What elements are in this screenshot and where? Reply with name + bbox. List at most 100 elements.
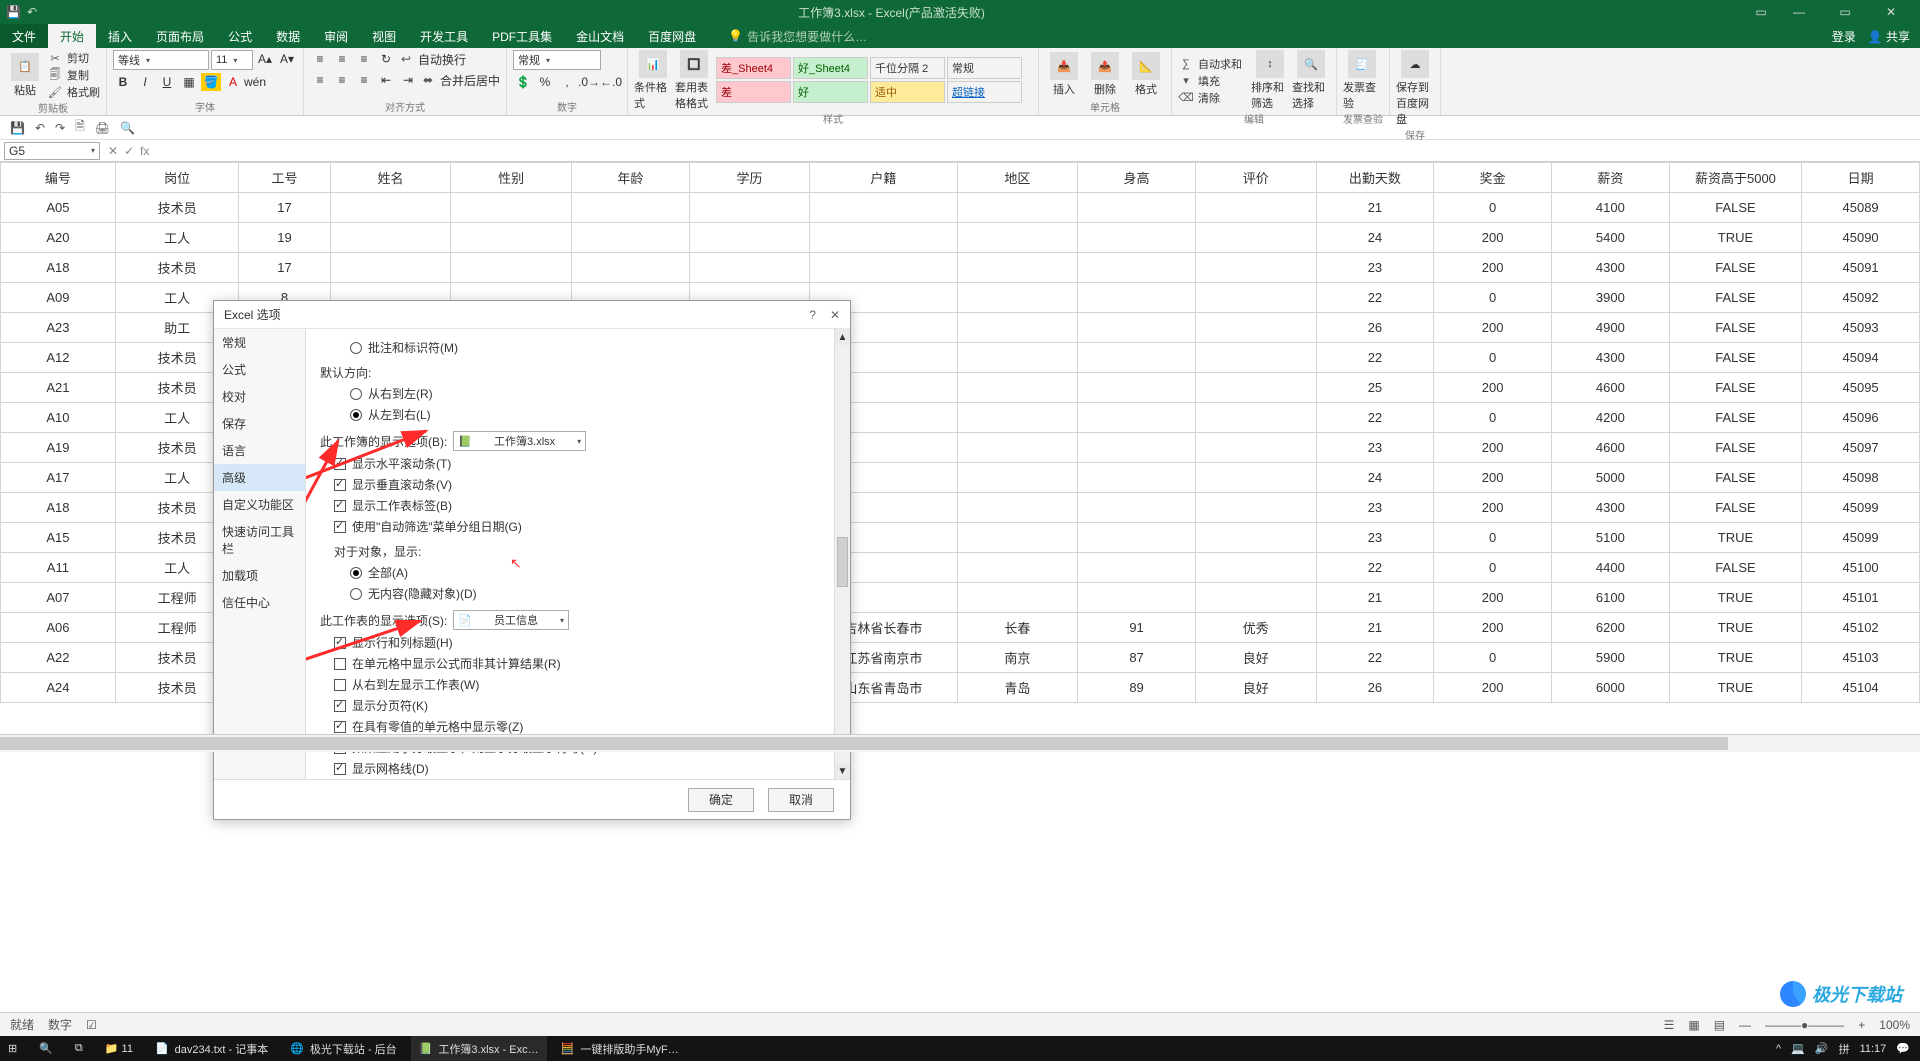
align-left-icon[interactable]: ≡ xyxy=(310,71,330,89)
undo-icon[interactable]: ↶ xyxy=(35,121,45,135)
cell[interactable]: 91 xyxy=(1078,613,1196,643)
delete-cells-button[interactable]: 📤删除 xyxy=(1086,52,1124,97)
cell[interactable] xyxy=(810,223,957,253)
font-size-combo[interactable]: 11▾ xyxy=(211,50,253,70)
nav-language[interactable]: 语言 xyxy=(214,437,305,464)
cell[interactable]: 45091 xyxy=(1802,253,1920,283)
tab-formulas[interactable]: 公式 xyxy=(216,24,264,48)
task-item[interactable]: 🧮一键排版助手MyF… xyxy=(553,1036,687,1061)
cell[interactable] xyxy=(571,193,689,223)
view-normal-icon[interactable]: ☰ xyxy=(1664,1018,1675,1032)
view-break-icon[interactable]: ▤ xyxy=(1714,1018,1725,1032)
cell[interactable]: 5400 xyxy=(1552,223,1670,253)
undo-icon[interactable]: ↶ xyxy=(27,5,37,19)
table-row[interactable]: A05技术员172104100FALSE45089 xyxy=(1,193,1920,223)
copy-button[interactable]: 🗐复制 xyxy=(47,67,100,83)
cell[interactable]: 4300 xyxy=(1552,343,1670,373)
nav-formulas[interactable]: 公式 xyxy=(214,356,305,383)
font-name-combo[interactable]: 等线▾ xyxy=(113,50,209,70)
column-header[interactable]: 工号 xyxy=(239,163,330,193)
align-right-icon[interactable]: ≡ xyxy=(354,71,374,89)
indent-right-icon[interactable]: ⇥ xyxy=(398,71,418,89)
check-show-tabs[interactable] xyxy=(334,500,346,512)
cell[interactable]: 45100 xyxy=(1802,553,1920,583)
cell[interactable]: 200 xyxy=(1434,613,1552,643)
cell[interactable]: FALSE xyxy=(1669,343,1801,373)
cell[interactable]: FALSE xyxy=(1669,403,1801,433)
cell[interactable] xyxy=(571,253,689,283)
italic-button[interactable]: I xyxy=(135,73,155,91)
start-button[interactable]: ⊞ xyxy=(0,1036,25,1061)
minimize-button[interactable]: — xyxy=(1776,0,1822,24)
cell[interactable]: 4300 xyxy=(1552,253,1670,283)
cell[interactable]: 23 xyxy=(1316,433,1434,463)
cell[interactable]: 45099 xyxy=(1802,493,1920,523)
cell[interactable]: 45102 xyxy=(1802,613,1920,643)
cell[interactable] xyxy=(1078,493,1196,523)
nav-customize-ribbon[interactable]: 自定义功能区 xyxy=(214,491,305,518)
cell[interactable] xyxy=(330,223,451,253)
column-header[interactable]: 姓名 xyxy=(330,163,451,193)
tab-pagelayout[interactable]: 页面布局 xyxy=(144,24,216,48)
style-cell[interactable]: 超链接 xyxy=(947,81,1022,103)
grow-font-button[interactable]: A▴ xyxy=(255,50,275,68)
check-show-formula[interactable] xyxy=(334,658,346,670)
cell[interactable]: 4600 xyxy=(1552,373,1670,403)
dialog-close-icon[interactable]: ✕ xyxy=(830,308,840,322)
cell[interactable] xyxy=(957,553,1078,583)
cell[interactable]: 优秀 xyxy=(1195,613,1316,643)
table-format-button[interactable]: 🔲套用表格格式 xyxy=(675,50,713,111)
dialog-titlebar[interactable]: Excel 选项 ? ✕ xyxy=(214,301,850,329)
cell[interactable]: FALSE xyxy=(1669,193,1801,223)
cell[interactable] xyxy=(1078,373,1196,403)
dialog-scrollbar[interactable]: ▲ ▼ xyxy=(834,329,850,779)
cell[interactable] xyxy=(957,403,1078,433)
cell[interactable]: 45095 xyxy=(1802,373,1920,403)
cell[interactable]: 6000 xyxy=(1552,673,1670,703)
cell[interactable]: 200 xyxy=(1434,463,1552,493)
cell[interactable] xyxy=(957,223,1078,253)
table-row[interactable]: A20工人19242005400TRUE45090 xyxy=(1,223,1920,253)
network-icon[interactable]: 💻 xyxy=(1791,1042,1805,1055)
workbook-display-combo[interactable]: 📗工作簿3.xlsx▾ xyxy=(453,431,586,451)
column-header[interactable]: 薪资高于5000 xyxy=(1669,163,1801,193)
check-show-gridlines[interactable] xyxy=(334,763,346,775)
cell[interactable] xyxy=(1195,253,1316,283)
cell[interactable]: FALSE xyxy=(1669,313,1801,343)
cell[interactable]: 45097 xyxy=(1802,433,1920,463)
preview-icon[interactable]: 🔍 xyxy=(120,121,135,135)
nav-save[interactable]: 保存 xyxy=(214,410,305,437)
column-header[interactable]: 学历 xyxy=(689,163,810,193)
cell[interactable]: 45101 xyxy=(1802,583,1920,613)
cell[interactable]: 22 xyxy=(1316,643,1434,673)
style-cell[interactable]: 差_Sheet4 xyxy=(716,57,791,79)
cell[interactable]: A20 xyxy=(1,223,116,253)
cell[interactable]: 45098 xyxy=(1802,463,1920,493)
cell[interactable]: 0 xyxy=(1434,553,1552,583)
cell[interactable]: TRUE xyxy=(1669,613,1801,643)
restore-button[interactable]: ▭ xyxy=(1822,0,1868,24)
check-pagebreak[interactable] xyxy=(334,700,346,712)
cell[interactable]: 21 xyxy=(1316,613,1434,643)
tab-home[interactable]: 开始 xyxy=(48,24,96,48)
cell[interactable]: 0 xyxy=(1434,193,1552,223)
phonetic-button[interactable]: wén xyxy=(245,73,265,91)
cell[interactable] xyxy=(1195,403,1316,433)
cell[interactable]: 26 xyxy=(1316,313,1434,343)
cell[interactable] xyxy=(810,253,957,283)
cell[interactable]: 45103 xyxy=(1802,643,1920,673)
cell[interactable]: A07 xyxy=(1,583,116,613)
save-icon[interactable]: 💾 xyxy=(6,5,21,19)
cell[interactable]: 良好 xyxy=(1195,643,1316,673)
check-show-hscroll[interactable] xyxy=(334,458,346,470)
cell[interactable]: 技术员 xyxy=(115,193,239,223)
cell[interactable]: FALSE xyxy=(1669,373,1801,403)
cell[interactable]: 45093 xyxy=(1802,313,1920,343)
cell-style-gallery[interactable]: 差_Sheet4 好_Sheet4 千位分隔 2 常规 差 好 适中 超链接 xyxy=(716,57,1032,105)
cell[interactable] xyxy=(1195,283,1316,313)
decrease-decimal-icon[interactable]: ←.0 xyxy=(601,73,621,91)
radio-rtl[interactable] xyxy=(350,388,362,400)
cell[interactable]: 17 xyxy=(239,253,330,283)
cell[interactable]: A06 xyxy=(1,613,116,643)
sheet-display-combo[interactable]: 📄员工信息▾ xyxy=(453,610,569,630)
